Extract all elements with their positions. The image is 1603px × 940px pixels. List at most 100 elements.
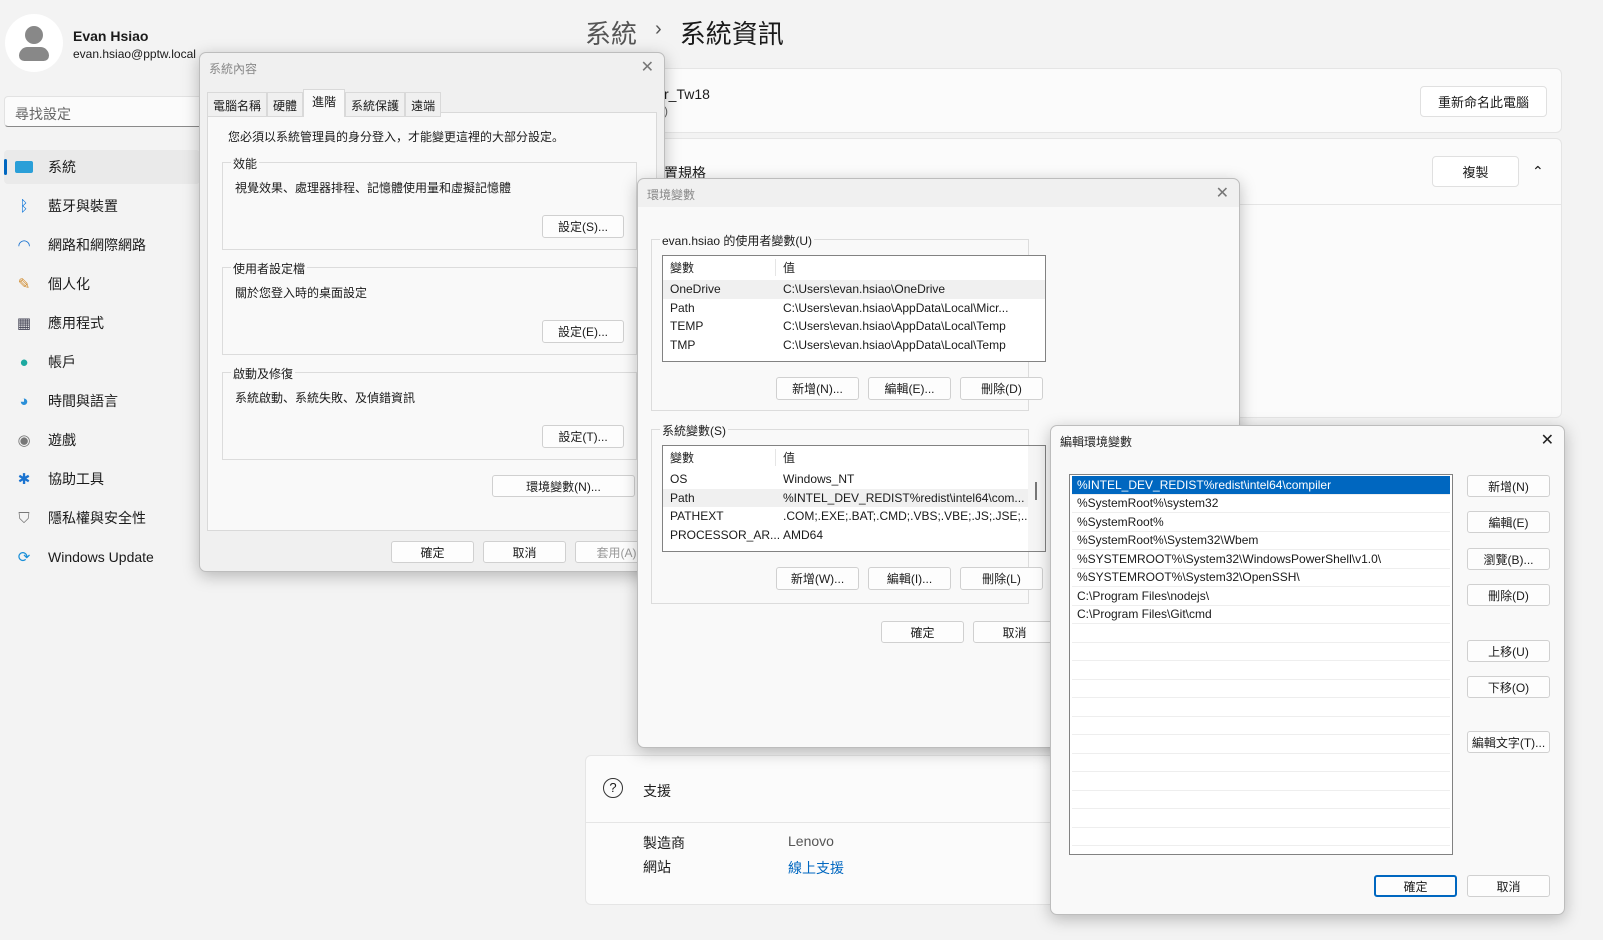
list-item[interactable]: [1072, 828, 1450, 846]
tab[interactable]: 電腦名稱: [207, 92, 268, 117]
list-header: 變數值: [663, 256, 1045, 280]
variable-name: Path: [670, 300, 695, 315]
sidebar-item[interactable]: ◕ 時間與語言: [4, 384, 200, 418]
sidebar-item[interactable]: ✱ 協助工具: [4, 462, 200, 496]
list-item[interactable]: [1072, 680, 1450, 698]
settings-button[interactable]: 設定(S)...: [542, 215, 624, 238]
browse-button[interactable]: 瀏覽(B)...: [1467, 548, 1550, 570]
variable-value: AMD64: [783, 527, 824, 542]
copy-button[interactable]: 複製: [1432, 156, 1519, 187]
column-header[interactable]: 變數: [663, 259, 776, 276]
delete-button[interactable]: 刪除(D): [1467, 584, 1550, 606]
delete-system-variable-button[interactable]: 刪除(L): [960, 567, 1043, 590]
group-label: 使用者設定檔: [231, 260, 308, 277]
user-variables-list[interactable]: 變數值 OneDrive C:\Users\evan.hsiao\OneDrive P…: [662, 255, 1046, 362]
move-down-button[interactable]: 下移(O): [1467, 676, 1550, 698]
manufacturer-value: Lenovo: [788, 833, 834, 849]
sidebar-item[interactable]: ✎ 個人化: [4, 267, 200, 301]
list-item[interactable]: [1072, 772, 1450, 791]
list-item[interactable]: %INTEL_DEV_REDIST%redist\intel64\compile…: [1072, 476, 1450, 495]
sidebar-item[interactable]: ◉ 遊戲: [4, 423, 200, 457]
table-row[interactable]: TMP C:\Users\evan.hsiao\AppData\Local\Tem…: [663, 336, 1045, 355]
table-row[interactable]: OneDrive C:\Users\evan.hsiao\OneDrive: [663, 280, 1045, 299]
tab[interactable]: 進階: [303, 89, 346, 117]
list-item[interactable]: [1072, 624, 1450, 643]
table-row[interactable]: TEMP C:\Users\evan.hsiao\AppData\Local\Te…: [663, 317, 1045, 336]
tab[interactable]: 遠端: [405, 92, 442, 117]
new-system-variable-button[interactable]: 新增(W)...: [776, 567, 859, 590]
move-up-button[interactable]: 上移(U): [1467, 640, 1550, 662]
device-card: r_Tw18 ) 重新命名此電腦: [585, 68, 1562, 133]
list-item[interactable]: [1072, 735, 1450, 754]
variable-name: OS: [670, 472, 688, 487]
breadcrumb-system[interactable]: 系統: [585, 14, 637, 51]
delete-user-variable-button[interactable]: 刪除(D): [960, 377, 1043, 400]
tab[interactable]: 系統保護: [345, 92, 406, 117]
path-entries-list[interactable]: %INTEL_DEV_REDIST%redist\intel64\compile…: [1069, 474, 1453, 855]
table-row[interactable]: PATHEXT .COM;.EXE;.BAT;.CMD;.VBS;.VBE;.JS…: [663, 507, 1045, 526]
list-item[interactable]: %SYSTEMROOT%\System32\WindowsPowerShell\…: [1072, 550, 1450, 569]
list-item[interactable]: C:\Program Files\nodejs\: [1072, 587, 1450, 606]
list-item[interactable]: %SYSTEMROOT%\System32\OpenSSH\: [1072, 569, 1450, 587]
environment-variables-button[interactable]: 環境變數(N)...: [492, 475, 635, 497]
variable-value: .COM;.EXE;.BAT;.CMD;.VBS;.VBE;.JS;.JSE;.…: [783, 509, 1035, 524]
close-icon[interactable]: ✕: [1541, 430, 1554, 450]
list-item[interactable]: [1072, 643, 1450, 661]
cancel-button[interactable]: 取消: [1467, 875, 1550, 897]
list-item[interactable]: [1072, 661, 1450, 680]
column-header[interactable]: 變數: [663, 449, 776, 466]
tab[interactable]: 硬體: [267, 92, 304, 117]
table-row[interactable]: PROCESSOR_AR... AMD64: [663, 526, 1045, 545]
user-variables-group: evan.hsiao 的使用者變數(U) 變數值 OneDrive C:\Users…: [651, 232, 1046, 411]
ok-button[interactable]: 確定: [881, 621, 964, 643]
list-item[interactable]: %SystemRoot%\system32: [1072, 495, 1450, 513]
ok-button[interactable]: 確定: [391, 541, 474, 563]
list-item[interactable]: [1072, 809, 1450, 828]
list-item[interactable]: [1072, 791, 1450, 809]
column-header[interactable]: 值: [776, 449, 795, 466]
table-row[interactable]: OS Windows_NT: [663, 470, 1045, 489]
sidebar-item[interactable]: ⛉ 隱私權與安全性: [4, 501, 200, 535]
list-item[interactable]: C:\Program Files\Git\cmd: [1072, 606, 1450, 624]
cancel-button[interactable]: 取消: [483, 541, 566, 563]
cancel-button[interactable]: 取消: [973, 621, 1056, 643]
table-row[interactable]: Path %INTEL_DEV_REDIST%redist\intel64\com…: [663, 488, 1045, 507]
list-item[interactable]: %SystemRoot%\System32\Wbem: [1072, 532, 1450, 550]
edit-button[interactable]: 編輯(E): [1467, 511, 1550, 533]
settings-button[interactable]: 設定(E)...: [542, 320, 624, 343]
list-item[interactable]: [1072, 754, 1450, 772]
list-header: 變數值: [663, 446, 1045, 470]
rename-pc-button[interactable]: 重新命名此電腦: [1420, 86, 1547, 117]
new-button[interactable]: 新增(N): [1467, 475, 1550, 497]
sidebar-item[interactable]: ⟳ Windows Update: [4, 540, 200, 574]
avatar: [5, 14, 63, 72]
variable-name: PATHEXT: [670, 509, 724, 524]
sidebar-item-label: 個人化: [48, 276, 90, 292]
list-item[interactable]: [1072, 698, 1450, 717]
edit-environment-variable-dialog: 編輯環境變數 ✕ %INTEL_DEV_REDIST%redist\intel6…: [1050, 425, 1565, 915]
sidebar-item[interactable]: ▦ 應用程式: [4, 306, 200, 340]
edit-user-variable-button[interactable]: 編輯(E)...: [868, 377, 951, 400]
sidebar-item[interactable]: ● 帳戶: [4, 345, 200, 379]
column-header[interactable]: 值: [776, 259, 795, 276]
settings-button[interactable]: 設定(T)...: [542, 425, 624, 448]
sidebar-item[interactable]: ᛒ 藍牙與裝置: [4, 189, 200, 223]
chevron-up-icon[interactable]: ⌃: [1532, 163, 1544, 180]
list-item[interactable]: %SystemRoot%: [1072, 513, 1450, 532]
ok-button[interactable]: 確定: [1374, 875, 1457, 897]
system-variables-list[interactable]: 變數值 OS Windows_NT Path %INTEL_DEV_REDIST%red…: [662, 445, 1046, 552]
new-user-variable-button[interactable]: 新增(N)...: [776, 377, 859, 400]
table-row[interactable]: Path C:\Users\evan.hsiao\AppData\Local\Mi…: [663, 299, 1045, 318]
search-input[interactable]: 尋找設定: [4, 96, 204, 127]
sidebar-item[interactable]: ◠ 網路和網際網路: [4, 228, 200, 262]
scrollbar[interactable]: [1028, 446, 1045, 551]
edit-text-button[interactable]: 編輯文字(T)...: [1467, 731, 1550, 753]
sidebar-item-label: 藍牙與裝置: [48, 198, 118, 214]
close-icon[interactable]: ✕: [1216, 183, 1229, 203]
online-support-link[interactable]: 線上支援: [788, 858, 844, 878]
close-icon[interactable]: ✕: [641, 57, 654, 77]
sidebar-item[interactable]: 系統: [4, 150, 200, 184]
edit-system-variable-button[interactable]: 編輯(I)...: [868, 567, 951, 590]
list-item[interactable]: [1072, 717, 1450, 735]
brush-icon: ✎: [17, 276, 31, 293]
